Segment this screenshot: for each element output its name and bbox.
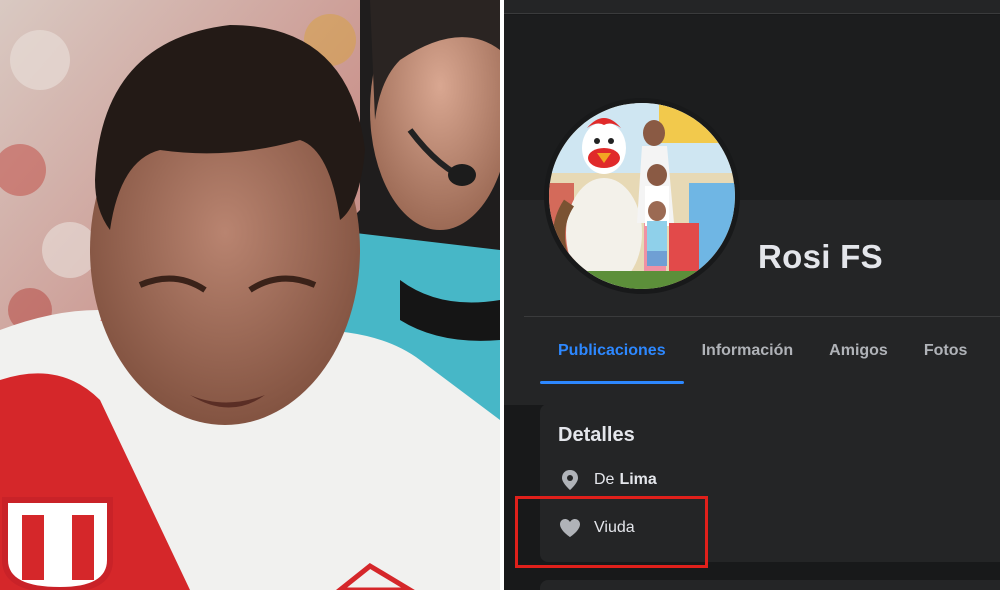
profile-name: Rosi FS <box>758 238 883 275</box>
detail-location: De Lima <box>558 468 657 492</box>
location-prefix: De <box>594 471 615 488</box>
red-highlight-box <box>515 496 708 568</box>
header-separator <box>524 316 1000 317</box>
location-city-link[interactable]: Lima <box>619 471 656 489</box>
tab-informacion[interactable]: Información <box>684 318 812 384</box>
news-photo-football-player <box>0 0 500 590</box>
profile-avatar[interactable] <box>544 98 740 294</box>
map-pin-icon <box>558 468 582 492</box>
tab-publicaciones[interactable]: Publicaciones <box>540 318 684 384</box>
tab-amigos[interactable]: Amigos <box>811 318 906 384</box>
next-card <box>540 580 1000 590</box>
profile-tabs: Publicaciones Información Amigos Fotos <box>540 318 985 384</box>
tab-fotos[interactable]: Fotos <box>906 318 986 384</box>
top-navigation-bar <box>504 0 1000 14</box>
details-title: Detalles <box>558 424 635 446</box>
